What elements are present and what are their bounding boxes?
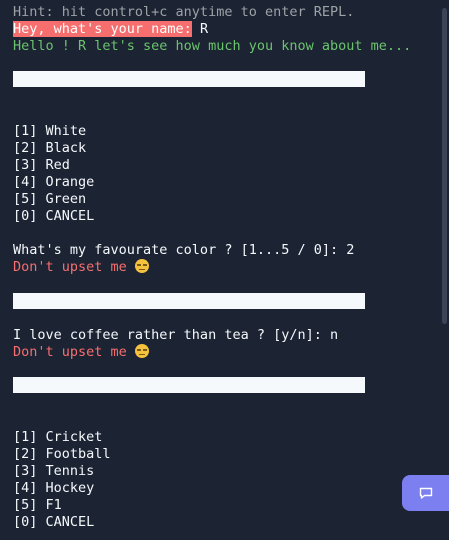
sport-option: [1] Cricket — [13, 429, 103, 445]
console-output: Hint: hit control+c anytime to enter REP… — [0, 0, 440, 540]
disappointed-face-icon — [134, 344, 149, 358]
color-option: [0] CANCEL — [13, 208, 95, 224]
color-option: [5] Green — [13, 191, 87, 207]
color-feedback-line: Don't upset me — [13, 259, 149, 276]
color-question: What's my favourate color ? [1...5 / 0]:… — [13, 242, 355, 258]
scrollbar[interactable] — [440, 0, 449, 540]
coffee-feedback: Don't upset me — [13, 344, 135, 360]
sport-option: [3] Tennis — [13, 463, 95, 479]
name-input-value: R — [191, 21, 209, 37]
color-option: [1] White — [13, 123, 87, 139]
color-option: [4] Orange — [13, 174, 95, 190]
coffee-feedback-line: Don't upset me — [13, 344, 149, 361]
chat-bubble-icon — [419, 487, 432, 499]
sport-option: [0] CANCEL — [13, 514, 95, 530]
color-feedback: Don't upset me — [13, 259, 135, 275]
color-option: [2] Black — [13, 140, 87, 156]
coffee-question: I love coffee rather than tea ? [y/n]: n — [13, 327, 339, 343]
hint-text: Hint: hit control+c anytime to enter REP… — [13, 4, 355, 20]
scrollbar-thumb[interactable] — [442, 8, 447, 324]
name-prompt: Hey, what's your name: — [13, 21, 192, 37]
sport-option: [2] Football — [13, 446, 111, 462]
sport-option: [5] F1 — [13, 497, 62, 513]
separator-bar — [13, 71, 365, 87]
disappointed-face-icon — [134, 259, 149, 273]
chat-button[interactable] — [402, 475, 449, 511]
separator-bar — [13, 293, 365, 309]
color-option: [3] Red — [13, 157, 70, 173]
greeting-text: Hello ! R let's see how much you know ab… — [13, 38, 412, 54]
name-prompt-line: Hey, what's your name: R — [13, 21, 208, 38]
sport-option: [4] Hockey — [13, 480, 95, 496]
separator-bar — [13, 377, 365, 393]
